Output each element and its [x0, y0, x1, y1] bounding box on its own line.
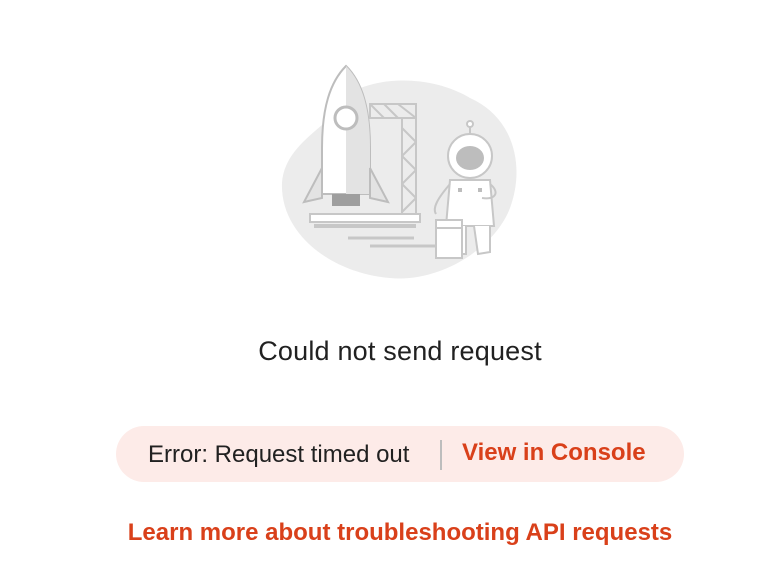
error-banner: Error: Request timed out View in Console — [116, 426, 684, 482]
view-in-console-link[interactable]: View in Console — [462, 439, 646, 467]
error-title: Could not send request — [258, 336, 542, 366]
banner-divider — [440, 440, 442, 470]
rocket-launch-astronaut-illustration — [270, 58, 530, 288]
request-error-panel: Could not send request Error: Request ti… — [0, 0, 772, 568]
learn-more-link[interactable]: Learn more about troubleshooting API req… — [0, 519, 772, 547]
error-message: Error: Request timed out — [148, 441, 410, 468]
